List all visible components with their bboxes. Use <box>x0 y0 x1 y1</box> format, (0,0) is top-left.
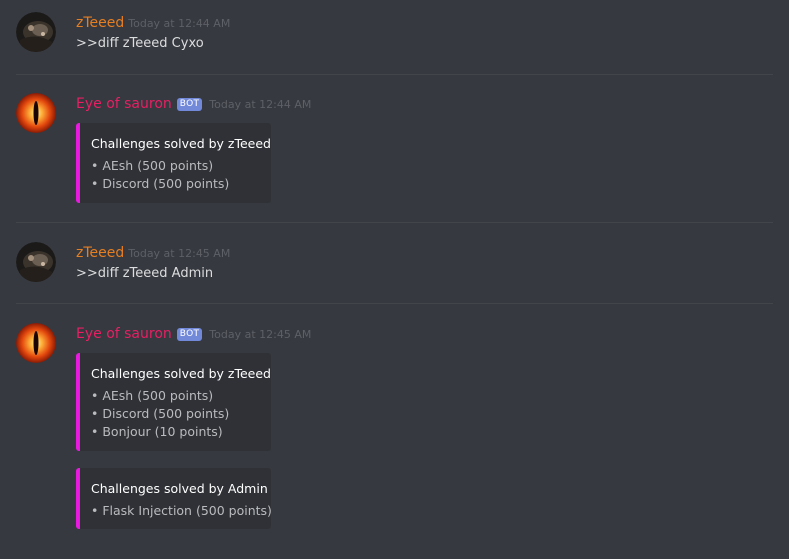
username[interactable]: Eye of sauron <box>76 96 172 112</box>
message: zTeeed Today at 12:44 AM >>diff zTeeed Cy… <box>0 12 789 62</box>
user-avatar[interactable] <box>16 242 56 282</box>
embed-line: • AEsh (500 points) <box>91 388 214 403</box>
embed-title: Challenges solved by zTeeed <box>91 366 271 381</box>
bot-tag: BOT <box>176 98 203 111</box>
message-header: zTeeed Today at 12:45 AM <box>76 242 230 262</box>
embed-line: • Flask Injection (500 points) <box>91 503 272 518</box>
message-text: >>diff zTeeed Cyxo <box>76 36 204 51</box>
embed-line: • Discord (500 points) <box>91 406 230 421</box>
user-avatar[interactable] <box>16 12 56 52</box>
embed-title: Challenges solved by zTeeed <box>91 136 271 151</box>
message-divider <box>16 74 773 75</box>
embed: Challenges solved by zTeeed • AEsh (500 … <box>76 123 271 203</box>
message-divider <box>16 303 773 304</box>
message: Eye of sauron BOT Today at 12:44 AM Challe… <box>0 93 789 208</box>
embed-line: • Bonjour (10 points) <box>91 424 223 439</box>
message-text: >>diff zTeeed Admin <box>76 266 214 281</box>
ztzeed-avatar-icon <box>16 12 56 52</box>
username[interactable]: zTeeed <box>76 15 124 31</box>
bot-avatar[interactable] <box>16 93 56 133</box>
message-header: Eye of sauron BOT Today at 12:45 AM <box>76 323 311 343</box>
message: Eye of sauron BOT Today at 12:45 AM Challe… <box>0 323 789 533</box>
message: zTeeed Today at 12:45 AM >>diff zTeeed Ad… <box>0 242 789 292</box>
bot-avatar[interactable] <box>16 323 56 363</box>
eye-of-sauron-avatar-icon <box>16 323 56 363</box>
timestamp: Today at 12:45 AM <box>128 247 231 260</box>
ztzeed-avatar-icon <box>16 242 56 282</box>
embed-line: • AEsh (500 points) <box>91 158 214 173</box>
embed: Challenges solved by zTeeed • AEsh (500 … <box>76 353 271 451</box>
embed-line: • Discord (500 points) <box>91 176 230 191</box>
message-divider <box>16 222 773 223</box>
eye-of-sauron-avatar-icon <box>16 93 56 133</box>
timestamp: Today at 12:44 AM <box>209 98 312 111</box>
embed: Challenges solved by Admin • Flask Injec… <box>76 468 272 529</box>
timestamp: Today at 12:45 AM <box>209 328 312 341</box>
message-header: Eye of sauron BOT Today at 12:44 AM <box>76 93 311 113</box>
username[interactable]: zTeeed <box>76 245 124 261</box>
username[interactable]: Eye of sauron <box>76 326 172 342</box>
embed-title: Challenges solved by Admin <box>91 481 268 496</box>
message-header: zTeeed Today at 12:44 AM <box>76 12 230 32</box>
bot-tag: BOT <box>176 328 203 341</box>
timestamp: Today at 12:44 AM <box>128 17 231 30</box>
